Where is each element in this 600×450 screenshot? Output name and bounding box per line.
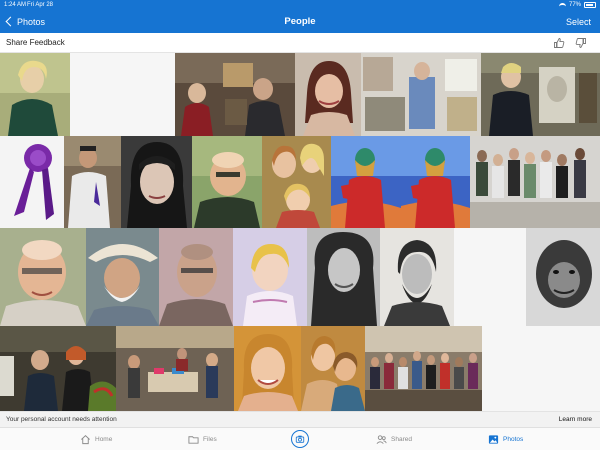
battery-percent: 77%: [568, 2, 581, 8]
photo-tile[interactable]: [331, 136, 401, 228]
tab-shared[interactable]: Shared: [376, 431, 412, 448]
navigation-bar: Photos People Select: [0, 10, 600, 33]
tab-label: Files: [203, 436, 217, 443]
photo-tile[interactable]: [262, 136, 331, 228]
tab-label: Home: [95, 436, 113, 443]
battery-icon: [584, 2, 596, 8]
photo-tile[interactable]: [159, 228, 233, 326]
page-title: People: [284, 16, 316, 27]
photo-tile[interactable]: [233, 228, 307, 326]
account-banner: Your personal account needs attention Le…: [0, 411, 600, 427]
photo-tile[interactable]: [0, 53, 70, 136]
photo-tile[interactable]: [380, 228, 454, 326]
photo-tile[interactable]: [0, 136, 64, 228]
photo-tile[interactable]: [470, 136, 600, 228]
photo-tile[interactable]: [234, 326, 301, 411]
photo-tile[interactable]: [295, 53, 361, 136]
feedback-row: Share Feedback: [0, 33, 600, 53]
photo-tile[interactable]: [454, 228, 526, 326]
folder-icon: [188, 436, 199, 444]
tab-files[interactable]: Files: [188, 431, 217, 448]
status-time: 1:24 AM: [4, 2, 27, 8]
photo-tile[interactable]: [64, 136, 121, 228]
photo-tile[interactable]: [86, 228, 159, 326]
photo-tile[interactable]: [175, 53, 295, 136]
photo-tile[interactable]: [361, 53, 481, 136]
photo-tile[interactable]: [192, 136, 262, 228]
camera-button[interactable]: [291, 430, 309, 448]
photo-tile[interactable]: [121, 136, 192, 228]
photo-tile[interactable]: [526, 228, 600, 326]
select-button[interactable]: Select: [566, 17, 591, 27]
tab-home[interactable]: Home: [80, 431, 112, 448]
camera-icon: [295, 435, 305, 443]
share-feedback-label: Share Feedback: [6, 38, 65, 47]
tab-label: Photos: [503, 436, 524, 443]
photo-tile[interactable]: [0, 228, 86, 326]
tab-photos[interactable]: Photos: [488, 431, 523, 448]
photo-tile[interactable]: [307, 228, 380, 326]
home-icon: [81, 435, 90, 445]
photo-tile[interactable]: [70, 53, 175, 136]
status-bar: 1:24 AM Fri Apr 28 77%: [0, 0, 600, 10]
photo-grid: [0, 53, 600, 411]
thumbs-down-icon[interactable]: [575, 37, 587, 49]
photo-tile[interactable]: [482, 326, 600, 411]
tab-bar: Home Files Shared Photos: [0, 427, 600, 450]
account-warning-message: Your personal account needs attention: [6, 416, 117, 423]
photo-tile[interactable]: [116, 326, 234, 411]
photo-tile[interactable]: [0, 326, 116, 411]
tab-label: Shared: [391, 436, 412, 443]
photos-icon: [488, 435, 499, 444]
photo-tile[interactable]: [481, 53, 600, 136]
top-bar: 1:24 AM Fri Apr 28 77% Photos People Sel…: [0, 0, 600, 33]
people-icon: [376, 435, 387, 444]
photo-tile[interactable]: [401, 136, 470, 228]
photo-tile[interactable]: [301, 326, 365, 411]
photo-tile[interactable]: [365, 326, 482, 411]
status-right: 77%: [558, 0, 596, 10]
wifi-icon: [558, 2, 566, 8]
status-date: Fri Apr 28: [27, 2, 54, 8]
learn-more-link[interactable]: Learn more: [559, 416, 592, 423]
thumbs-up-icon[interactable]: [553, 37, 565, 49]
